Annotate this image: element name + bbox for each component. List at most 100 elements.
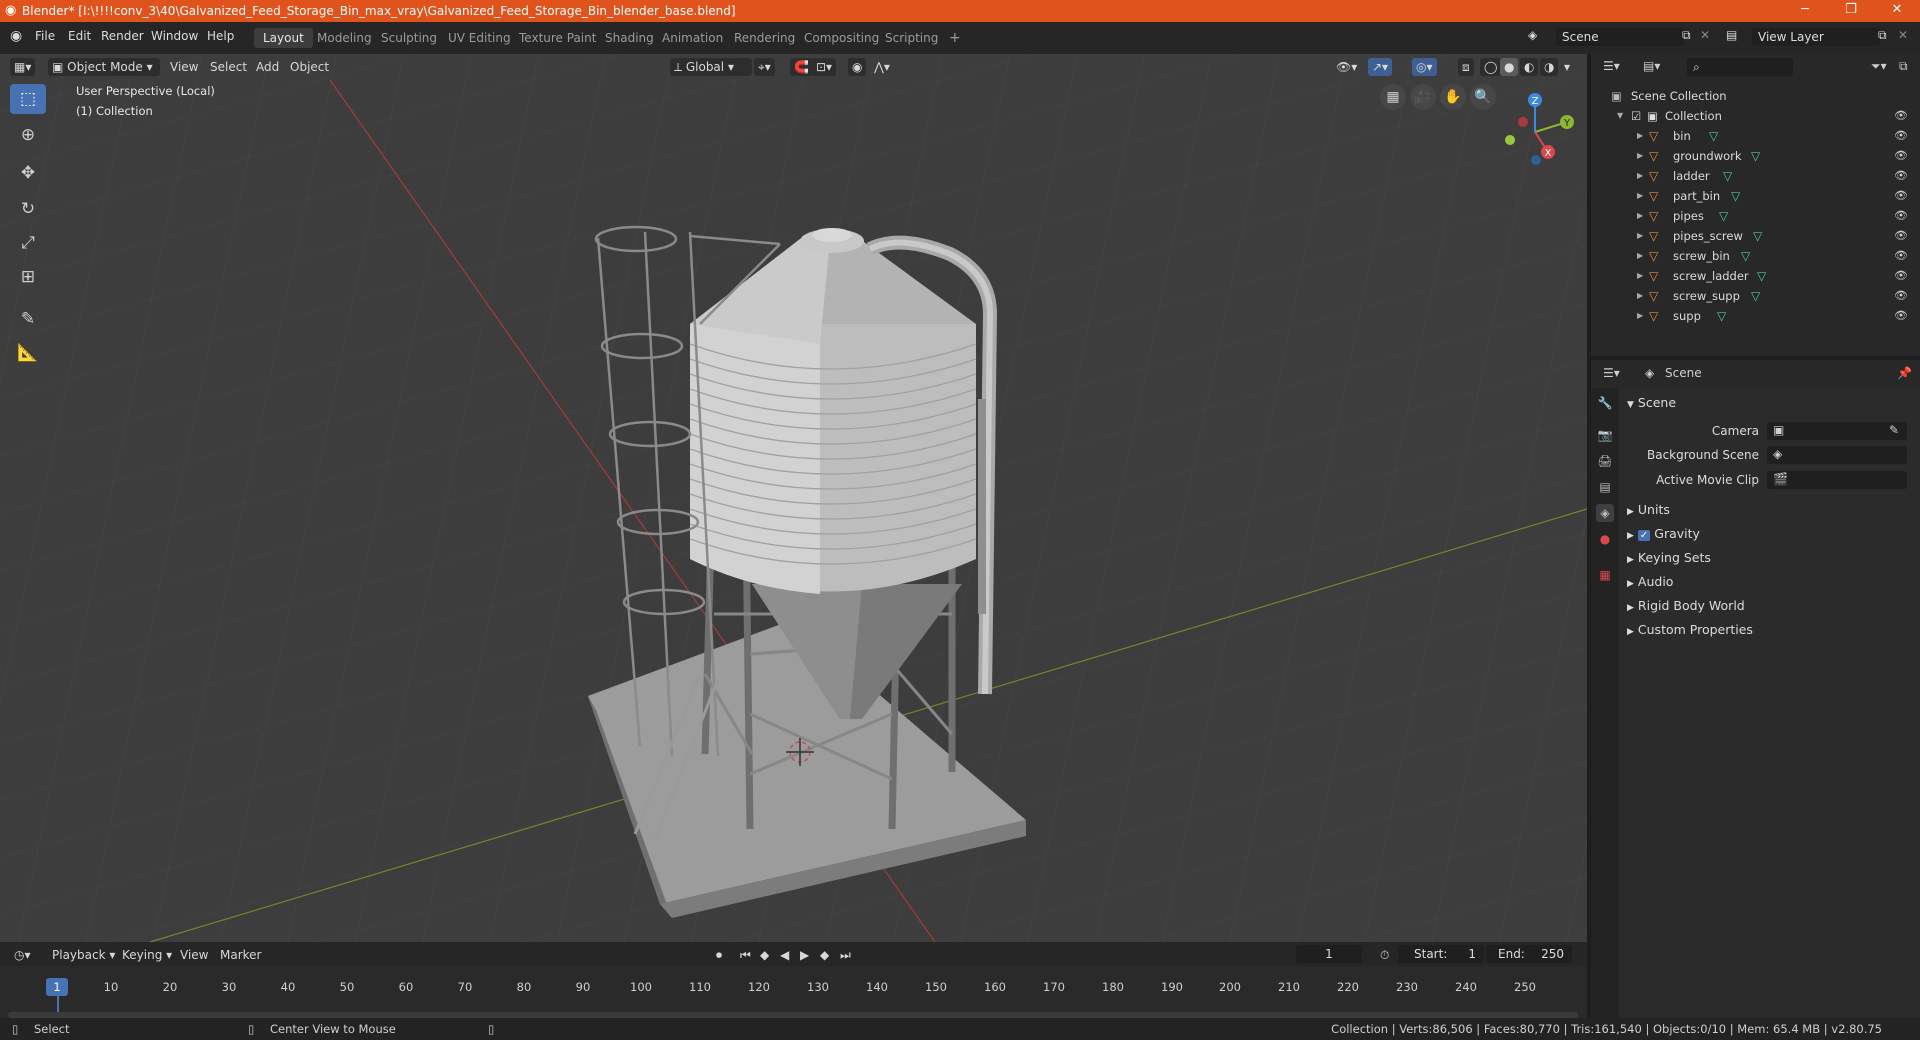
navigation-gizmo[interactable]: Z Y X	[1490, 84, 1580, 174]
outliner-row-object[interactable]: ▶ ▽ pipes_screw ▽ 👁	[1591, 226, 1920, 246]
visibility-eye-icon[interactable]: 👁	[1894, 206, 1908, 226]
start-frame-field[interactable]: Start: 1	[1398, 945, 1484, 963]
current-frame-field[interactable]: 1	[1296, 945, 1362, 963]
jump-start-icon[interactable]: ⏮	[736, 946, 755, 964]
minimize-icon[interactable]: ─	[1782, 2, 1828, 20]
audio-section[interactable]: ▶ Audio	[1627, 574, 1673, 589]
viewport-menu-add[interactable]: Add	[252, 58, 283, 76]
expand-arrow-icon[interactable]: ▶	[1637, 126, 1643, 146]
xray-toggle-icon[interactable]: ⧈	[1458, 58, 1474, 76]
gizmo-neg-x[interactable]	[1518, 117, 1528, 127]
move-tool-icon[interactable]: ✥	[10, 158, 46, 188]
tab-layout[interactable]: Layout	[254, 28, 313, 48]
pivot-point-icon[interactable]: ⌖▾	[754, 58, 775, 76]
menu-edit[interactable]: Edit	[68, 29, 91, 43]
pin-icon[interactable]: 📌	[1897, 366, 1912, 380]
visibility-eye-icon[interactable]: 👁	[1894, 106, 1908, 126]
rigid-body-world-section[interactable]: ▶ Rigid Body World	[1627, 598, 1745, 613]
expand-arrow-icon[interactable]: ▶	[1637, 246, 1643, 266]
camera-view-icon[interactable]: 🎥	[1410, 84, 1436, 110]
tab-uv-editing[interactable]: UV Editing	[439, 28, 520, 48]
render-tab-icon[interactable]: 📷	[1596, 426, 1614, 444]
restore-icon[interactable]: ❐	[1828, 2, 1874, 20]
editor-type-icon[interactable]: ▦▾	[10, 58, 36, 76]
scene-name-field[interactable]: Scene	[1556, 28, 1684, 46]
overlay-toggle-icon[interactable]: ◎▾	[1412, 58, 1437, 76]
expand-arrow-icon[interactable]: ▶	[1637, 266, 1643, 286]
outliner-row-object[interactable]: ▶ ▽ ladder ▽ 👁	[1591, 166, 1920, 186]
record-icon[interactable]: ⏺	[712, 946, 726, 964]
background-scene-field[interactable]: ◈	[1767, 446, 1907, 464]
falloff-icon[interactable]: ⋀▾	[870, 58, 894, 76]
display-mode-icon[interactable]: ▤▾	[1643, 59, 1660, 73]
expand-arrow-icon[interactable]: ▶	[1637, 206, 1643, 226]
world-tab-icon[interactable]: ●	[1596, 530, 1614, 548]
visibility-eye-icon[interactable]: 👁	[1894, 306, 1908, 326]
snap-icon[interactable]: 🧲	[790, 58, 813, 76]
delete-view-layer-icon[interactable]: ✕	[1898, 28, 1908, 42]
properties-editor-type-icon[interactable]: ☰▾	[1603, 366, 1620, 380]
new-view-layer-icon[interactable]: ⧉	[1878, 28, 1887, 43]
visibility-eye-icon[interactable]: 👁	[1894, 146, 1908, 166]
visibility-eye-icon[interactable]: 👁	[1894, 266, 1908, 286]
next-keyframe-icon[interactable]: ◆	[816, 946, 833, 964]
menu-file[interactable]: File	[35, 29, 55, 43]
pan-view-icon[interactable]: ✋	[1440, 84, 1466, 110]
timeline-menu-marker[interactable]: Marker	[216, 946, 265, 964]
rotate-tool-icon[interactable]: ↻	[10, 194, 46, 224]
transform-tool-icon[interactable]: ⊞	[10, 262, 46, 292]
checkbox-icon[interactable]: ☑	[1631, 106, 1641, 126]
timeline-menu-keying[interactable]: Keying ▾	[118, 946, 176, 964]
timeline-menu-view[interactable]: View	[176, 946, 212, 964]
viewport-menu-view[interactable]: View	[166, 58, 202, 76]
preview-range-icon[interactable]: ⏱	[1376, 946, 1393, 964]
gizmo-neg-y[interactable]	[1505, 135, 1515, 145]
custom-properties-section[interactable]: ▶ Custom Properties	[1627, 622, 1753, 637]
wireframe-shading-icon[interactable]: ◯	[1480, 58, 1502, 76]
rendered-shading-icon[interactable]: ◑	[1540, 58, 1559, 76]
expand-arrow-icon[interactable]: ▶	[1637, 186, 1643, 206]
camera-field[interactable]: ▣ ✎	[1767, 422, 1907, 440]
gizmo-toggle-icon[interactable]: ↗▾	[1368, 58, 1393, 76]
outliner-row-object[interactable]: ▶ ▽ bin ▽ 👁	[1591, 126, 1920, 146]
tool-tab-icon[interactable]: 🔧	[1596, 394, 1614, 412]
scene-panel-header[interactable]: ▼ Scene	[1627, 395, 1676, 410]
proportional-edit-icon[interactable]: ◉	[848, 58, 867, 76]
keying-sets-section[interactable]: ▶ Keying Sets	[1627, 550, 1711, 565]
gizmo-neg-z[interactable]	[1531, 155, 1541, 165]
outliner-row-object[interactable]: ▶ ▽ part_bin ▽ 👁	[1591, 186, 1920, 206]
annotate-tool-icon[interactable]: ✎	[10, 304, 46, 334]
visibility-eye-icon[interactable]: 👁	[1894, 166, 1908, 186]
outliner-row-scene-collection[interactable]: ▣ Scene Collection	[1591, 86, 1920, 106]
output-tab-icon[interactable]: 🖨	[1596, 452, 1614, 470]
tab-animation[interactable]: Animation	[653, 28, 732, 48]
material-shading-icon[interactable]: ◐	[1520, 58, 1539, 76]
outliner-search-input[interactable]: ⌕	[1687, 58, 1793, 76]
view-layer-icon[interactable]: ▤	[1726, 28, 1737, 42]
gravity-checkbox[interactable]: ✓	[1637, 530, 1651, 541]
new-collection-icon[interactable]: ⧉	[1899, 59, 1908, 74]
filter-icon[interactable]: ⏷▾	[1871, 59, 1887, 74]
viewport-menu-select[interactable]: Select	[206, 58, 251, 76]
toggle-grid-icon[interactable]: ▦	[1380, 84, 1406, 110]
tab-modeling[interactable]: Modeling	[308, 28, 381, 48]
gravity-section[interactable]: ▶ ✓ Gravity	[1627, 526, 1700, 541]
tab-scripting[interactable]: Scripting	[876, 28, 947, 48]
snap-target-icon[interactable]: ⊡▾	[812, 58, 837, 76]
scale-tool-icon[interactable]: ⤢	[10, 228, 46, 258]
outliner-row-object[interactable]: ▶ ▽ groundwork ▽ 👁	[1591, 146, 1920, 166]
prev-keyframe-icon[interactable]: ◆	[756, 946, 773, 964]
visibility-icon[interactable]: 👁▾	[1332, 58, 1361, 76]
visibility-eye-icon[interactable]: 👁	[1894, 186, 1908, 206]
outliner-row-object[interactable]: ▶ ▽ screw_supp ▽ 👁	[1591, 286, 1920, 306]
units-section[interactable]: ▶ Units	[1627, 502, 1670, 517]
menu-help[interactable]: Help	[207, 29, 234, 43]
menu-render[interactable]: Render	[101, 29, 144, 43]
play-reverse-icon[interactable]: ◀	[776, 946, 793, 964]
expand-arrow-icon[interactable]: ▼	[1617, 106, 1623, 126]
viewport-menu-object[interactable]: Object	[286, 58, 333, 76]
end-frame-field[interactable]: End: 250	[1486, 945, 1572, 963]
delete-scene-icon[interactable]: ✕	[1700, 28, 1710, 42]
blender-menu-icon[interactable]: ◉	[10, 28, 22, 44]
outliner-row-collection[interactable]: ▼ ☑ ▣ Collection 👁	[1591, 106, 1920, 126]
